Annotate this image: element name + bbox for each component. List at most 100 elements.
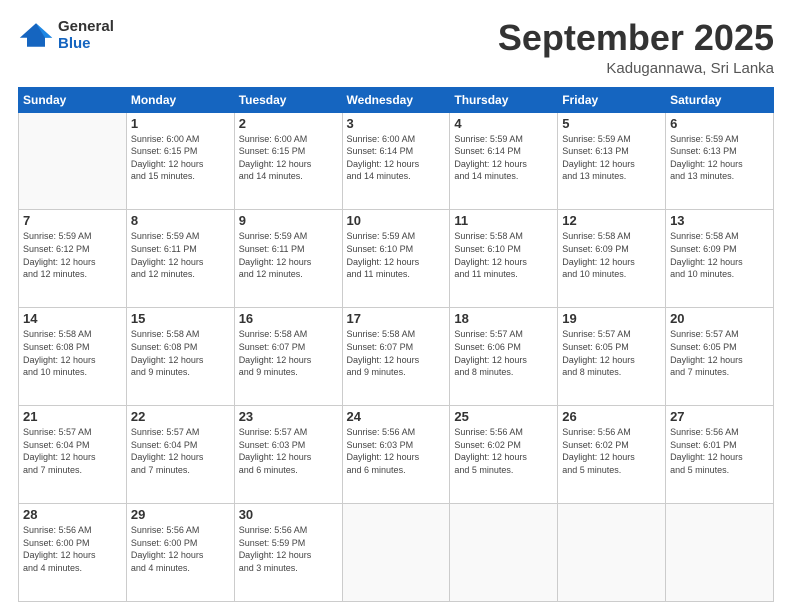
day-info: Sunrise: 5:57 AM Sunset: 6:05 PM Dayligh…	[670, 328, 769, 378]
day-info: Sunrise: 6:00 AM Sunset: 6:15 PM Dayligh…	[239, 133, 338, 183]
day-info: Sunrise: 6:00 AM Sunset: 6:14 PM Dayligh…	[347, 133, 446, 183]
day-number: 9	[239, 213, 338, 228]
day-number: 22	[131, 409, 230, 424]
calendar-cell: 20Sunrise: 5:57 AM Sunset: 6:05 PM Dayli…	[666, 308, 774, 406]
calendar-table: SundayMondayTuesdayWednesdayThursdayFrid…	[18, 87, 774, 602]
weekday-header-sunday: Sunday	[19, 87, 127, 112]
calendar-cell	[19, 112, 127, 210]
calendar-cell: 23 Sunrise: 5:57 AM Sunset: 6:03 PM Dayli…	[234, 406, 342, 504]
calendar-cell: 10 Sunrise: 5:59 AM Sunset: 6:10 PM Dayli…	[342, 210, 450, 308]
day-number: 12	[562, 213, 661, 228]
calendar-cell: 1Sunrise: 6:00 AM Sunset: 6:15 PM Daylig…	[126, 112, 234, 210]
day-info: Sunrise: 6:00 AM Sunset: 6:15 PM Dayligh…	[131, 133, 230, 183]
day-number: 30	[239, 507, 338, 522]
day-number: 19	[562, 311, 661, 326]
calendar-week-4: 21 Sunrise: 5:57 AM Sunset: 6:04 PM Dayli…	[19, 406, 774, 504]
day-info: Sunrise: 5:59 AM Sunset: 6:10 PM Dayligh…	[347, 230, 446, 280]
day-number: 7	[23, 213, 122, 228]
day-info: Sunrise: 5:56 AM Sunset: 6:02 PM Dayligh…	[562, 426, 661, 476]
day-info: Sunrise: 5:59 AM Sunset: 6:13 PM Dayligh…	[562, 133, 661, 183]
logo-icon	[18, 21, 54, 49]
day-number: 13	[670, 213, 769, 228]
day-info: Sunrise: 5:58 AM Sunset: 6:07 PM Dayligh…	[239, 328, 338, 378]
day-number: 14	[23, 311, 122, 326]
day-number: 6	[670, 116, 769, 131]
calendar-header-row: SundayMondayTuesdayWednesdayThursdayFrid…	[19, 87, 774, 112]
calendar-week-3: 14 Sunrise: 5:58 AM Sunset: 6:08 PM Dayli…	[19, 308, 774, 406]
day-info: Sunrise: 5:59 AM Sunset: 6:11 PM Dayligh…	[239, 230, 338, 280]
weekday-header-wednesday: Wednesday	[342, 87, 450, 112]
day-number: 21	[23, 409, 122, 424]
month-title: September 2025	[498, 18, 774, 58]
day-number: 29	[131, 507, 230, 522]
calendar-cell: 9 Sunrise: 5:59 AM Sunset: 6:11 PM Daylig…	[234, 210, 342, 308]
weekday-header-friday: Friday	[558, 87, 666, 112]
day-info: Sunrise: 5:59 AM Sunset: 6:14 PM Dayligh…	[454, 133, 553, 183]
weekday-header-monday: Monday	[126, 87, 234, 112]
day-number: 8	[131, 213, 230, 228]
calendar-cell: 17 Sunrise: 5:58 AM Sunset: 6:07 PM Dayli…	[342, 308, 450, 406]
day-info: Sunrise: 5:59 AM Sunset: 6:11 PM Dayligh…	[131, 230, 230, 280]
calendar-cell: 16 Sunrise: 5:58 AM Sunset: 6:07 PM Dayli…	[234, 308, 342, 406]
day-info: Sunrise: 5:56 AM Sunset: 6:00 PM Dayligh…	[131, 524, 230, 574]
day-info: Sunrise: 5:56 AM Sunset: 6:00 PM Dayligh…	[23, 524, 122, 574]
calendar-cell: 13 Sunrise: 5:58 AM Sunset: 6:09 PM Dayli…	[666, 210, 774, 308]
day-number: 3	[347, 116, 446, 131]
day-number: 27	[670, 409, 769, 424]
calendar-week-5: 28 Sunrise: 5:56 AM Sunset: 6:00 PM Dayli…	[19, 504, 774, 602]
title-block: September 2025 Kadugannawa, Sri Lanka	[498, 18, 774, 77]
day-number: 24	[347, 409, 446, 424]
day-number: 18	[454, 311, 553, 326]
day-number: 16	[239, 311, 338, 326]
day-number: 28	[23, 507, 122, 522]
calendar-cell: 4Sunrise: 5:59 AM Sunset: 6:14 PM Daylig…	[450, 112, 558, 210]
calendar-cell	[558, 504, 666, 602]
day-number: 26	[562, 409, 661, 424]
day-info: Sunrise: 5:58 AM Sunset: 6:07 PM Dayligh…	[347, 328, 446, 378]
calendar-cell	[450, 504, 558, 602]
day-info: Sunrise: 5:58 AM Sunset: 6:09 PM Dayligh…	[670, 230, 769, 280]
calendar-cell: 21 Sunrise: 5:57 AM Sunset: 6:04 PM Dayli…	[19, 406, 127, 504]
calendar-cell: 3 Sunrise: 6:00 AM Sunset: 6:14 PM Daylig…	[342, 112, 450, 210]
location: Kadugannawa, Sri Lanka	[498, 60, 774, 77]
logo-text: General Blue	[58, 18, 114, 52]
day-number: 23	[239, 409, 338, 424]
header: General Blue September 2025 Kadugannawa,…	[18, 18, 774, 77]
calendar-cell: 26 Sunrise: 5:56 AM Sunset: 6:02 PM Dayli…	[558, 406, 666, 504]
day-info: Sunrise: 5:58 AM Sunset: 6:10 PM Dayligh…	[454, 230, 553, 280]
logo: General Blue	[18, 18, 114, 52]
day-info: Sunrise: 5:57 AM Sunset: 6:06 PM Dayligh…	[454, 328, 553, 378]
calendar-cell: 8 Sunrise: 5:59 AM Sunset: 6:11 PM Daylig…	[126, 210, 234, 308]
weekday-header-thursday: Thursday	[450, 87, 558, 112]
day-info: Sunrise: 5:59 AM Sunset: 6:13 PM Dayligh…	[670, 133, 769, 183]
day-info: Sunrise: 5:57 AM Sunset: 6:04 PM Dayligh…	[23, 426, 122, 476]
calendar-cell: 7Sunrise: 5:59 AM Sunset: 6:12 PM Daylig…	[19, 210, 127, 308]
weekday-header-saturday: Saturday	[666, 87, 774, 112]
day-number: 5	[562, 116, 661, 131]
calendar-cell: 6 Sunrise: 5:59 AM Sunset: 6:13 PM Daylig…	[666, 112, 774, 210]
day-info: Sunrise: 5:58 AM Sunset: 6:08 PM Dayligh…	[131, 328, 230, 378]
page: General Blue September 2025 Kadugannawa,…	[0, 0, 792, 612]
day-number: 17	[347, 311, 446, 326]
day-info: Sunrise: 5:57 AM Sunset: 6:03 PM Dayligh…	[239, 426, 338, 476]
calendar-week-1: 1Sunrise: 6:00 AM Sunset: 6:15 PM Daylig…	[19, 112, 774, 210]
day-info: Sunrise: 5:56 AM Sunset: 6:01 PM Dayligh…	[670, 426, 769, 476]
calendar-cell: 14 Sunrise: 5:58 AM Sunset: 6:08 PM Dayli…	[19, 308, 127, 406]
calendar-cell: 15 Sunrise: 5:58 AM Sunset: 6:08 PM Dayli…	[126, 308, 234, 406]
day-info: Sunrise: 5:58 AM Sunset: 6:08 PM Dayligh…	[23, 328, 122, 378]
calendar-cell: 29 Sunrise: 5:56 AM Sunset: 6:00 PM Dayli…	[126, 504, 234, 602]
calendar-cell: 27 Sunrise: 5:56 AM Sunset: 6:01 PM Dayli…	[666, 406, 774, 504]
day-number: 25	[454, 409, 553, 424]
calendar-cell: 2Sunrise: 6:00 AM Sunset: 6:15 PM Daylig…	[234, 112, 342, 210]
calendar-cell: 19Sunrise: 5:57 AM Sunset: 6:05 PM Dayli…	[558, 308, 666, 406]
day-number: 11	[454, 213, 553, 228]
day-info: Sunrise: 5:58 AM Sunset: 6:09 PM Dayligh…	[562, 230, 661, 280]
calendar-cell: 11 Sunrise: 5:58 AM Sunset: 6:10 PM Dayli…	[450, 210, 558, 308]
calendar-cell: 25Sunrise: 5:56 AM Sunset: 6:02 PM Dayli…	[450, 406, 558, 504]
calendar-cell	[666, 504, 774, 602]
calendar-cell: 30Sunrise: 5:56 AM Sunset: 5:59 PM Dayli…	[234, 504, 342, 602]
day-info: Sunrise: 5:57 AM Sunset: 6:04 PM Dayligh…	[131, 426, 230, 476]
day-number: 10	[347, 213, 446, 228]
calendar-cell: 5 Sunrise: 5:59 AM Sunset: 6:13 PM Daylig…	[558, 112, 666, 210]
day-number: 15	[131, 311, 230, 326]
